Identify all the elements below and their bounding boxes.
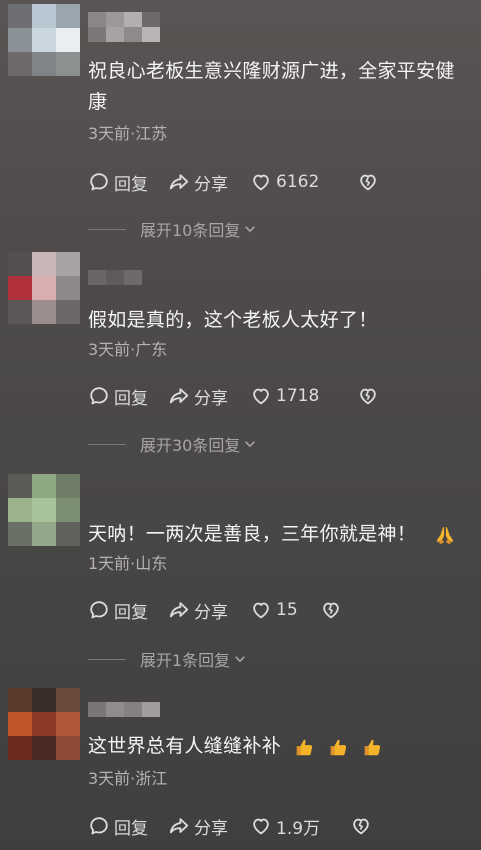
comment-bubble-icon: [90, 817, 108, 835]
reply-label: 回复: [114, 602, 148, 623]
comment-text-body: 天呐！一两次是善良，三年你就是神！: [88, 523, 417, 545]
reply-button[interactable]: 回复: [88, 384, 148, 409]
comment-actions: 回复 分享 15: [88, 598, 364, 623]
thumbs-up-icon: [296, 739, 313, 755]
heart-icon: [253, 174, 269, 191]
username-blurred[interactable]: [88, 270, 142, 300]
comment-text: 这世界总有人缝缝补补: [88, 731, 468, 762]
share-arrow-icon: [169, 174, 189, 190]
comment-bubble-icon: [90, 173, 108, 191]
chevron-down-icon: [235, 656, 246, 663]
share-label: 分享: [194, 818, 228, 839]
broken-heart-icon: [353, 818, 369, 835]
comment-meta: 1天前·山东: [88, 554, 168, 573]
like-count: 6162: [276, 172, 320, 192]
expand-replies-button[interactable]: 展开1条回复: [88, 648, 247, 670]
dislike-button[interactable]: [357, 385, 383, 407]
comment-meta: 3天前·浙江: [88, 769, 168, 788]
heart-icon: [253, 602, 269, 619]
comment-text: 天呐！一两次是善良，三年你就是神！: [88, 519, 468, 550]
like-button[interactable]: 1.9万: [250, 814, 320, 839]
avatar[interactable]: [8, 688, 80, 760]
broken-heart-icon: [360, 174, 377, 191]
like-count: 1.9万: [276, 818, 321, 839]
share-button[interactable]: 分享: [168, 814, 228, 839]
username-blurred[interactable]: [88, 702, 160, 732]
comment-bubble-icon: [90, 601, 108, 619]
avatar[interactable]: [8, 252, 80, 324]
comment-meta: 3天前·广东: [88, 340, 168, 359]
reply-label: 回复: [114, 818, 148, 839]
chevron-down-icon: [245, 441, 256, 448]
praying-hands-icon: [436, 526, 454, 544]
like-count: 1718: [276, 386, 320, 406]
expand-label: 展开1条回复: [140, 651, 231, 670]
heart-icon: [253, 388, 269, 405]
divider: [88, 228, 126, 230]
expand-replies-button[interactable]: 展开10条回复: [88, 218, 257, 240]
share-button[interactable]: 分享: [168, 598, 228, 623]
broken-heart-icon: [322, 602, 339, 619]
avatar[interactable]: [8, 474, 80, 546]
heart-icon: [253, 818, 269, 835]
comment-bubble-icon: [90, 387, 108, 405]
dislike-button[interactable]: [357, 171, 383, 193]
expand-replies-button[interactable]: 展开30条回复: [88, 433, 257, 455]
reply-label: 回复: [114, 174, 148, 195]
comment-meta: 3天前·江苏: [88, 124, 168, 143]
thumbs-up-icon: [330, 739, 347, 755]
comment-actions: 回复 分享 1718: [88, 384, 401, 409]
dislike-button[interactable]: [350, 815, 376, 837]
comment-actions: 回复 分享 6162: [88, 170, 401, 195]
divider: [88, 658, 126, 660]
like-button[interactable]: 6162: [250, 171, 319, 193]
share-label: 分享: [194, 388, 228, 409]
thumbs-up-icon: [364, 739, 381, 755]
share-label: 分享: [194, 602, 228, 623]
username-blurred[interactable]: [88, 12, 160, 42]
comment-text: 祝良心老板生意兴隆财源广进，全家平安健康: [88, 60, 455, 113]
reply-label: 回复: [114, 388, 148, 409]
comment-text: 假如是真的，这个老板人太好了！: [88, 309, 378, 331]
divider: [88, 443, 126, 445]
like-count: 15: [276, 600, 298, 620]
share-button[interactable]: 分享: [168, 170, 228, 195]
chevron-down-icon: [245, 226, 256, 233]
comment-actions: 回复 分享 1.9万: [88, 814, 394, 839]
share-arrow-icon: [169, 602, 189, 618]
like-button[interactable]: 15: [250, 599, 298, 621]
reply-button[interactable]: 回复: [88, 170, 148, 195]
reply-button[interactable]: 回复: [88, 598, 148, 623]
share-button[interactable]: 分享: [168, 384, 228, 409]
expand-label: 展开10条回复: [140, 221, 241, 240]
avatar[interactable]: [8, 4, 80, 76]
dislike-button[interactable]: [320, 599, 346, 621]
like-button[interactable]: 1718: [250, 385, 319, 407]
reply-button[interactable]: 回复: [88, 814, 148, 839]
share-arrow-icon: [169, 818, 189, 834]
share-arrow-icon: [169, 388, 189, 404]
broken-heart-icon: [360, 388, 377, 405]
expand-label: 展开30条回复: [140, 436, 241, 455]
comment-text-body: 这世界总有人缝缝补补: [88, 735, 282, 757]
share-label: 分享: [194, 174, 228, 195]
